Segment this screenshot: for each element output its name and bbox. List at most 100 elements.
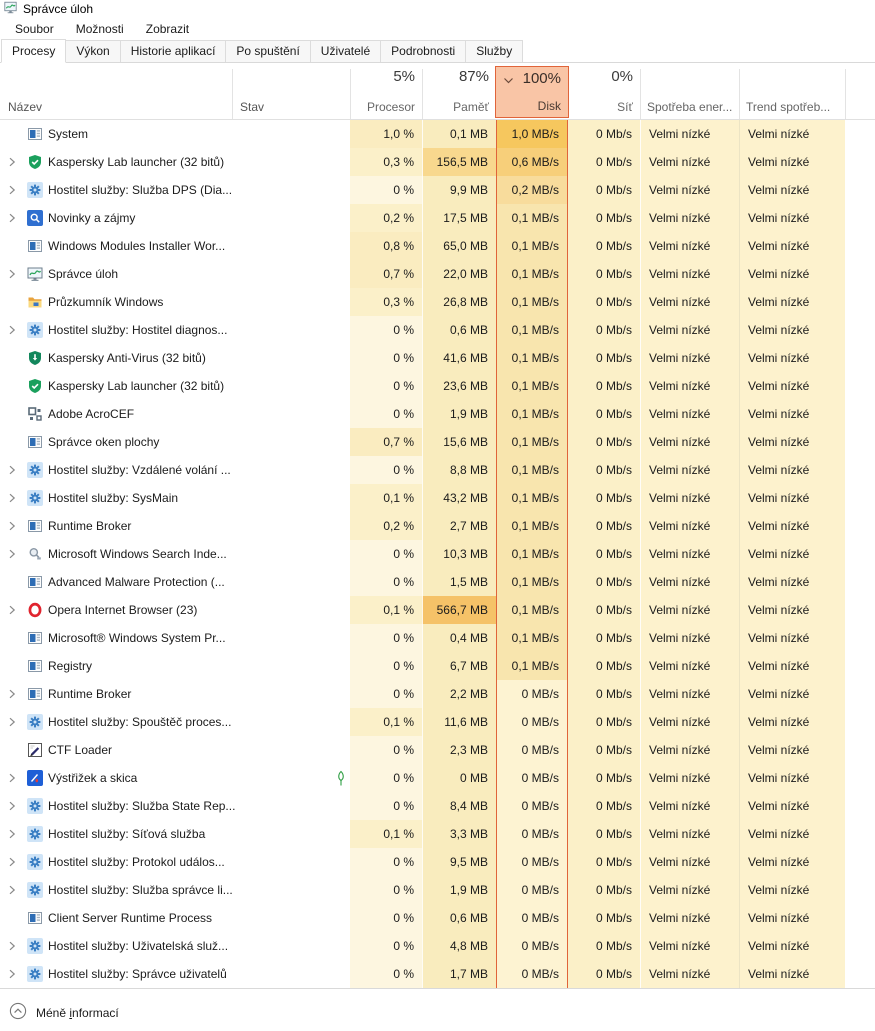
power-usage-cell: Velmi nízké: [640, 680, 739, 708]
process-row[interactable]: Hostitel služby: Uživatelská služ... 0 % 4…: [0, 932, 875, 960]
process-row[interactable]: Microsoft® Windows System Pr... 0 % 0,4 MB…: [0, 624, 875, 652]
column-header-power[interactable]: Spotřeba ener...: [647, 100, 736, 114]
column-header-disk-selected[interactable]: 100% Disk: [495, 66, 569, 118]
process-name: Opera Internet Browser (23): [48, 603, 198, 617]
expand-chevron-icon[interactable]: [5, 463, 19, 477]
process-row[interactable]: Runtime Broker 0 % 2,2 MB 0 MB/s 0 Mb/s Velmi…: [0, 680, 875, 708]
power-trend-cell: Velmi nízké: [739, 764, 845, 792]
tab-po-spu-t-n-[interactable]: Po spuštění: [225, 40, 311, 62]
expand-chevron-icon[interactable]: [5, 967, 19, 981]
window-icon: [27, 910, 43, 926]
process-row[interactable]: Advanced Malware Protection (... 0 % 1,5 M…: [0, 568, 875, 596]
expand-chevron-icon[interactable]: [5, 155, 19, 169]
tab-historie-aplikac-[interactable]: Historie aplikací: [119, 40, 227, 62]
process-row[interactable]: Hostitel služby: Služba State Rep... 0 % 8…: [0, 792, 875, 820]
memory-cell: 22,0 MB: [422, 260, 496, 288]
process-row[interactable]: Windows Modules Installer Wor... 0,8 % 65,…: [0, 232, 875, 260]
process-row[interactable]: Adobe AcroCEF 0 % 1,9 MB 0,1 MB/s 0 Mb/s Velm…: [0, 400, 875, 428]
process-row[interactable]: Průzkumník Windows 0,3 % 26,8 MB 0,1 MB/s 0 …: [0, 288, 875, 316]
process-row[interactable]: Kaspersky Lab launcher (32 bitů) 0,3 % 156…: [0, 148, 875, 176]
expand-chevron-icon[interactable]: [5, 939, 19, 953]
power-usage-cell: Velmi nízké: [640, 792, 739, 820]
menu-monosti[interactable]: Možnosti: [65, 19, 135, 39]
expand-chevron-icon[interactable]: [5, 827, 19, 841]
expand-chevron-icon[interactable]: [5, 211, 19, 225]
network-cell: 0 Mb/s: [568, 512, 640, 540]
taskmgr-icon: [27, 266, 43, 282]
menu-zobrazit[interactable]: Zobrazit: [135, 19, 200, 39]
expand-chevron-icon[interactable]: [5, 687, 19, 701]
expand-chevron-icon[interactable]: [5, 183, 19, 197]
tab-podrobnosti[interactable]: Podrobnosti: [380, 40, 467, 62]
expand-chevron-icon[interactable]: [5, 771, 19, 785]
process-row[interactable]: Hostitel služby: Správce uživatelů 0 % 1,7…: [0, 960, 875, 988]
expand-chevron-icon[interactable]: [5, 799, 19, 813]
column-header-mem[interactable]: Paměť: [422, 100, 489, 114]
process-row[interactable]: Hostitel služby: Vzdálené volání ... 0 % 8…: [0, 456, 875, 484]
expand-chevron-icon[interactable]: [5, 603, 19, 617]
process-row[interactable]: Client Server Runtime Process 0 % 0,6 MB 0 …: [0, 904, 875, 932]
process-name: Výstřižek a skica: [48, 771, 138, 785]
process-row[interactable]: CTF Loader 0 % 2,3 MB 0 MB/s 0 Mb/s Velmi níz…: [0, 736, 875, 764]
expand-chevron-icon[interactable]: [5, 323, 19, 337]
expand-chevron-icon[interactable]: [5, 547, 19, 561]
power-trend-cell: Velmi nízké: [739, 372, 845, 400]
process-row[interactable]: Kaspersky Anti-Virus (32 bitů) 0 % 41,6 MB…: [0, 344, 875, 372]
task-manager-icon: [4, 1, 17, 17]
process-row[interactable]: Hostitel služby: Spouštěč proces... 0,1 %…: [0, 708, 875, 736]
expand-chevron-icon[interactable]: [5, 855, 19, 869]
disk-cell: 0 MB/s: [496, 680, 568, 708]
process-row[interactable]: Hostitel služby: Hostitel diagnos... 0 % 0…: [0, 316, 875, 344]
column-header-status[interactable]: Stav: [240, 100, 264, 114]
process-row[interactable]: Kaspersky Lab launcher (32 bitů) 0 % 23,6 …: [0, 372, 875, 400]
process-row[interactable]: Runtime Broker 0,2 % 2,7 MB 0,1 MB/s 0 Mb/s V…: [0, 512, 875, 540]
memory-cell: 43,2 MB: [422, 484, 496, 512]
tab-v-kon[interactable]: Výkon: [65, 40, 121, 62]
menu-soubor[interactable]: Soubor: [4, 19, 65, 39]
fewer-details-button[interactable]: Méně informací: [9, 1002, 119, 1023]
tab-slu-by[interactable]: Služby: [465, 40, 524, 62]
process-status: [232, 540, 350, 568]
process-row[interactable]: Hostitel služby: Služba DPS (Dia... 0 % 9,…: [0, 176, 875, 204]
process-name: Windows Modules Installer Wor...: [48, 239, 226, 253]
header-divider: [845, 69, 846, 119]
header-divider: [640, 69, 641, 119]
column-header-name[interactable]: Název: [8, 100, 42, 114]
process-row[interactable]: Registry 0 % 6,7 MB 0,1 MB/s 0 Mb/s Velmi níz…: [0, 652, 875, 680]
gear-icon: [27, 938, 43, 954]
network-cell: 0 Mb/s: [568, 288, 640, 316]
expand-chevron-icon[interactable]: [5, 519, 19, 533]
process-row[interactable]: Hostitel služby: Síťová služba 0,1 % 3,3 M…: [0, 820, 875, 848]
process-row[interactable]: Hostitel služby: Protokol událos... 0 % 9,…: [0, 848, 875, 876]
network-cell: 0 Mb/s: [568, 960, 640, 988]
tab-procesy[interactable]: Procesy: [1, 39, 67, 63]
process-row[interactable]: Novinky a zájmy 0,2 % 17,5 MB 0,1 MB/s 0 Mb/…: [0, 204, 875, 232]
process-row[interactable]: System 1,0 % 0,1 MB 1,0 MB/s 0 Mb/s Velmi níz…: [0, 120, 875, 148]
expand-chevron-icon[interactable]: [5, 715, 19, 729]
process-row[interactable]: Správce oken plochy 0,7 % 15,6 MB 0,1 MB/s 0…: [0, 428, 875, 456]
expand-chevron-icon[interactable]: [5, 883, 19, 897]
power-usage-cell: Velmi nízké: [640, 764, 739, 792]
process-row[interactable]: Výstřižek a skica 0 % 0 MB 0 MB/s 0 Mb/s Velm…: [0, 764, 875, 792]
tab-u-ivatel-[interactable]: Uživatelé: [309, 40, 382, 62]
power-usage-cell: Velmi nízké: [640, 568, 739, 596]
column-header-net[interactable]: Síť: [568, 100, 633, 114]
header-divider: [232, 69, 233, 119]
expand-chevron-icon[interactable]: [5, 267, 19, 281]
gear-icon: [27, 714, 43, 730]
process-row[interactable]: Opera Internet Browser (23) 0,1 % 566,7 MB…: [0, 596, 875, 624]
process-name: Hostitel služby: Služba DPS (Dia...: [48, 183, 233, 197]
process-row[interactable]: Správce úloh 0,7 % 22,0 MB 0,1 MB/s 0 Mb/s Ve…: [0, 260, 875, 288]
cpu-cell: 0,1 %: [350, 484, 422, 512]
column-header-trend[interactable]: Trend spotřeb...: [746, 100, 842, 114]
expand-chevron-icon[interactable]: [5, 491, 19, 505]
power-usage-cell: Velmi nízké: [640, 204, 739, 232]
process-status: [232, 120, 350, 148]
power-usage-cell: Velmi nízké: [640, 316, 739, 344]
column-header-cpu[interactable]: Procesor: [350, 100, 415, 114]
power-usage-cell: Velmi nízké: [640, 876, 739, 904]
process-row[interactable]: Microsoft Windows Search Inde... 0 % 10,3 …: [0, 540, 875, 568]
process-row[interactable]: Hostitel služby: Služba správce li... 0 %…: [0, 876, 875, 904]
task-manager-window: Správce úloh Soubor Možnosti Zobrazit Proc…: [0, 0, 875, 1031]
process-row[interactable]: Hostitel služby: SysMain 0,1 % 43,2 MB 0,1 …: [0, 484, 875, 512]
